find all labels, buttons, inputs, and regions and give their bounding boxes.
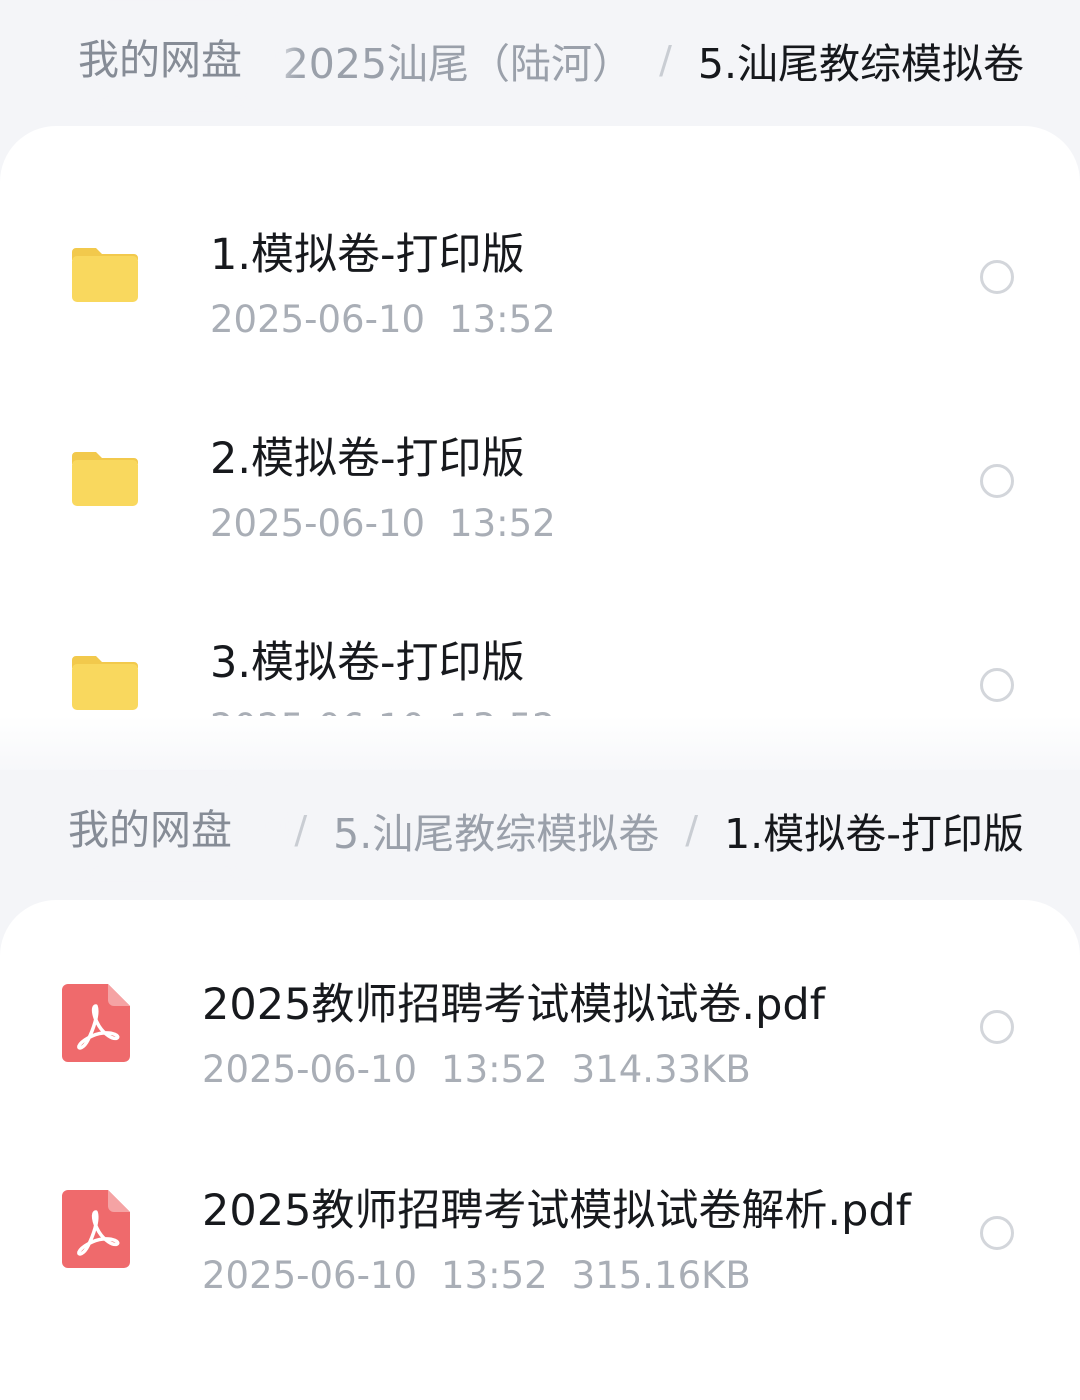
breadcrumb-home-button[interactable]: 我的网盘 <box>48 16 272 96</box>
folder-icon <box>72 248 138 302</box>
select-radio[interactable] <box>980 1010 1014 1044</box>
item-meta: 2025-06-10 13:52 314.33KB <box>202 1048 751 1091</box>
item-time: 13:52 <box>441 1048 548 1091</box>
breadcrumb-bar: 页 / 2025汕尾（陆河） / 5.汕尾教综模拟卷 我的网盘 <box>0 0 1080 120</box>
breadcrumb-bar: ） / 5.汕尾教综模拟卷 / 1.模拟卷-打印版 我的网盘 <box>0 770 1080 890</box>
breadcrumb-separator: / <box>294 808 308 852</box>
breadcrumb: ） / 5.汕尾教综模拟卷 / 1.模拟卷-打印版 <box>227 770 1024 890</box>
item-name: 2.模拟卷-打印版 <box>210 434 525 484</box>
item-time: 13:52 <box>441 1254 548 1297</box>
file-list: 2025教师招聘考试模拟试卷.pdf 2025-06-10 13:52 314.33… <box>0 900 1080 1400</box>
list-item[interactable]: 2025教师招聘考试模拟试卷解析.pdf 2025-06-10 13:52 315.… <box>0 1132 1080 1336</box>
item-date: 2025-06-10 <box>210 502 426 545</box>
item-meta: 2025-06-10 13:52 <box>210 502 556 545</box>
item-meta: 2025-06-10 13:52 315.16KB <box>202 1254 751 1297</box>
item-name: 2025教师招聘考试模拟试卷解析.pdf <box>202 1186 911 1236</box>
item-name: 3.模拟卷-打印版 <box>210 638 525 688</box>
breadcrumb-separator: / <box>685 808 699 852</box>
breadcrumb-separator: / <box>659 38 672 82</box>
item-time: 13:52 <box>449 298 556 341</box>
pdf-icon <box>62 1190 130 1268</box>
file-list: 1.模拟卷-打印版 2025-06-10 13:52 2.模拟卷-打印版 2025… <box>0 126 1080 786</box>
select-radio[interactable] <box>980 260 1014 294</box>
list-item[interactable]: 2.模拟卷-打印版 2025-06-10 13:52 <box>0 380 1080 584</box>
item-date: 2025-06-10 <box>202 1254 418 1297</box>
breadcrumb-home-label: 我的网盘 <box>68 806 232 854</box>
list-item[interactable]: 1.模拟卷-打印版 2025-06-10 13:52 <box>0 176 1080 380</box>
item-name: 1.模拟卷-打印版 <box>210 230 525 280</box>
breadcrumb-home-label: 我的网盘 <box>78 36 242 84</box>
item-name: 2025教师招聘考试模拟试卷.pdf <box>202 980 825 1030</box>
select-radio[interactable] <box>980 464 1014 498</box>
item-size: 314.33KB <box>571 1048 751 1091</box>
item-date: 2025-06-10 <box>210 298 426 341</box>
breadcrumb-item[interactable]: 2025汕尾（陆河） <box>283 30 633 90</box>
breadcrumb-home-button[interactable]: 我的网盘 <box>38 786 262 866</box>
item-size: 315.16KB <box>571 1254 751 1297</box>
item-time: 13:52 <box>449 502 556 545</box>
folder-icon <box>72 452 138 506</box>
select-radio[interactable] <box>980 1216 1014 1250</box>
pdf-icon <box>62 984 130 1062</box>
breadcrumb-current: 5.汕尾教综模拟卷 <box>697 40 1024 88</box>
item-date: 2025-06-10 <box>202 1048 418 1091</box>
breadcrumb: 页 / 2025汕尾（陆河） / 5.汕尾教综模拟卷 <box>177 0 1024 120</box>
folder-icon <box>72 656 138 710</box>
breadcrumb-item[interactable]: 5.汕尾教综模拟卷 <box>333 800 659 860</box>
breadcrumb-current: 1.模拟卷-打印版 <box>724 810 1024 858</box>
list-item[interactable]: 2025教师招聘考试模拟试卷.pdf 2025-06-10 13:52 314.33… <box>0 926 1080 1130</box>
item-meta: 2025-06-10 13:52 <box>210 298 556 341</box>
select-radio[interactable] <box>980 668 1014 702</box>
